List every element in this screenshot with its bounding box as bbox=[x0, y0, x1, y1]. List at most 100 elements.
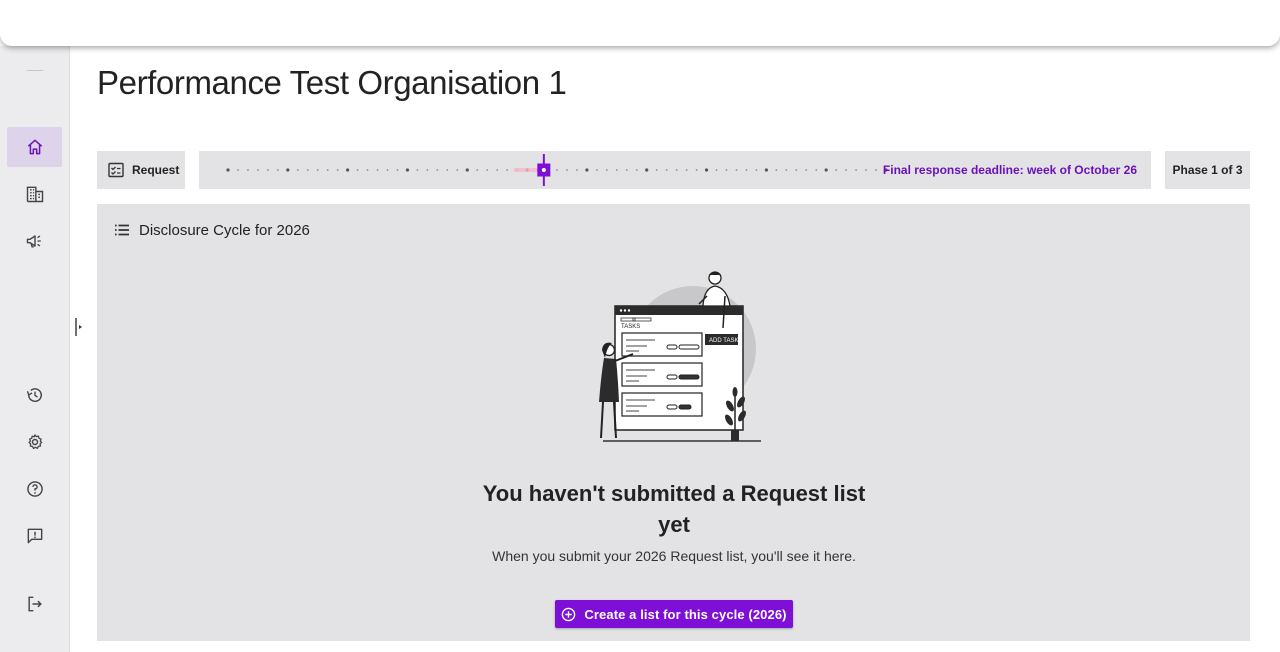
timeline-dot bbox=[805, 169, 808, 171]
timeline-dot bbox=[775, 169, 778, 171]
timeline-dot bbox=[386, 169, 389, 171]
timeline-dot bbox=[625, 169, 628, 171]
timeline-dot bbox=[396, 169, 399, 171]
sidebar-item-feedback[interactable] bbox=[7, 516, 62, 556]
sidebar-drag-handle bbox=[27, 70, 43, 71]
sidebar-item-help[interactable] bbox=[7, 469, 62, 509]
timeline-current-dot bbox=[541, 168, 546, 172]
timeline-dot bbox=[845, 169, 848, 171]
sidebar-item-organisation[interactable] bbox=[7, 174, 62, 214]
gear-icon bbox=[27, 434, 42, 450]
top-app-bar bbox=[0, 0, 1280, 46]
timeline-dot bbox=[326, 169, 329, 171]
timeline-dot bbox=[316, 169, 319, 171]
timeline-dot bbox=[286, 168, 290, 172]
sidebar-item-settings[interactable] bbox=[7, 422, 62, 462]
add-circle-icon bbox=[562, 607, 576, 621]
history-icon bbox=[26, 388, 42, 403]
sidebar-item-history[interactable] bbox=[7, 375, 62, 415]
building-icon bbox=[26, 186, 43, 203]
timeline-dot bbox=[685, 169, 688, 171]
empty-state-title: You haven't submitted a Request list yet bbox=[482, 481, 866, 537]
timeline-dot bbox=[855, 169, 857, 171]
timeline-dot bbox=[635, 169, 638, 171]
create-list-button[interactable]: Create a list for this cycle (2026) bbox=[555, 600, 793, 628]
timeline-dot bbox=[237, 169, 239, 171]
timeline-dot bbox=[576, 169, 578, 171]
timeline-dot bbox=[376, 169, 379, 171]
timeline-dot bbox=[306, 169, 309, 171]
timeline-dot bbox=[715, 169, 718, 171]
timeline-dot bbox=[276, 169, 279, 171]
timeline-dot bbox=[566, 169, 568, 171]
timeline-dot bbox=[346, 168, 350, 172]
timeline-dot bbox=[595, 169, 598, 171]
timeline-dot bbox=[824, 168, 828, 172]
timeline-dot bbox=[615, 169, 618, 171]
timeline-dot bbox=[436, 169, 439, 171]
logout-icon bbox=[27, 596, 42, 612]
timeline-dot bbox=[704, 168, 709, 172]
timeline-dot bbox=[665, 169, 668, 171]
deadline-label: Final response deadline: week of October… bbox=[882, 163, 1137, 177]
timeline-dot bbox=[336, 169, 339, 171]
timeline-dot bbox=[735, 169, 738, 171]
checklist-icon bbox=[108, 162, 124, 178]
timeline-dot bbox=[875, 169, 877, 171]
timeline-dot bbox=[366, 169, 369, 171]
timeline-dot bbox=[815, 169, 818, 171]
timeline-dot bbox=[266, 169, 269, 171]
add-task-label: ADD TASK bbox=[709, 338, 738, 344]
timeline-dot bbox=[655, 169, 658, 171]
timeline-dot bbox=[745, 169, 748, 171]
timeline-dot bbox=[496, 169, 499, 171]
request-chip[interactable]: Request bbox=[97, 151, 185, 189]
timeline-dot bbox=[247, 169, 249, 171]
timeline-dot bbox=[795, 169, 798, 171]
timeline-dot bbox=[645, 168, 649, 172]
task-card bbox=[621, 332, 703, 357]
tasks-illustration: TASKS ADD TASK bbox=[599, 271, 761, 442]
timeline-dot bbox=[405, 168, 410, 172]
timeline-dot bbox=[675, 169, 678, 171]
timeline-dot bbox=[605, 169, 608, 171]
create-list-button-label: Create a list for this cycle (2026) bbox=[584, 606, 787, 622]
tasks-label: TASKS bbox=[621, 324, 640, 330]
request-chip-label: Request bbox=[132, 163, 180, 177]
timeline-dot bbox=[296, 169, 299, 171]
timeline-dot bbox=[695, 169, 698, 171]
timeline-dot bbox=[416, 169, 419, 171]
task-card bbox=[621, 392, 703, 417]
empty-state-subtitle: When you submit your 2026 Request list, … bbox=[492, 548, 856, 564]
megaphone-icon bbox=[26, 235, 41, 248]
sidebar-collapse-toggle[interactable] bbox=[74, 318, 84, 336]
timeline-dot bbox=[446, 169, 449, 171]
task-card bbox=[621, 362, 703, 387]
timeline-dot bbox=[755, 169, 758, 171]
timeline-dot bbox=[456, 169, 459, 171]
sidebar-item-logout[interactable] bbox=[7, 584, 62, 624]
timeline-dot bbox=[585, 168, 589, 172]
timeline-dot bbox=[556, 169, 558, 171]
timeline-dot bbox=[725, 169, 728, 171]
timeline-dot bbox=[226, 168, 230, 172]
timeline-dot bbox=[426, 169, 429, 171]
panel-header: Disclosure Cycle for 2026 bbox=[113, 221, 310, 239]
cycle-timeline[interactable]: Final response deadline: week of October… bbox=[199, 151, 1151, 189]
sidebar-item-home[interactable] bbox=[7, 127, 62, 167]
timeline-dot bbox=[257, 169, 259, 171]
timeline-dot bbox=[486, 169, 489, 171]
collapse-arrow-icon bbox=[75, 318, 82, 336]
phase-label: Phase 1 of 3 bbox=[1172, 163, 1243, 177]
phase-chip: Phase 1 of 3 bbox=[1165, 151, 1250, 189]
timeline-dot bbox=[476, 169, 479, 171]
sidebar-item-announcements[interactable] bbox=[7, 221, 62, 261]
timeline-dot bbox=[465, 168, 469, 172]
timeline-dot bbox=[356, 169, 359, 171]
timeline-dot bbox=[835, 169, 838, 171]
sidebar bbox=[0, 46, 70, 652]
help-icon bbox=[26, 481, 43, 497]
page-title: Performance Test Organisation 1 bbox=[97, 64, 567, 101]
home-icon bbox=[27, 139, 42, 155]
timeline-dot bbox=[764, 168, 768, 172]
